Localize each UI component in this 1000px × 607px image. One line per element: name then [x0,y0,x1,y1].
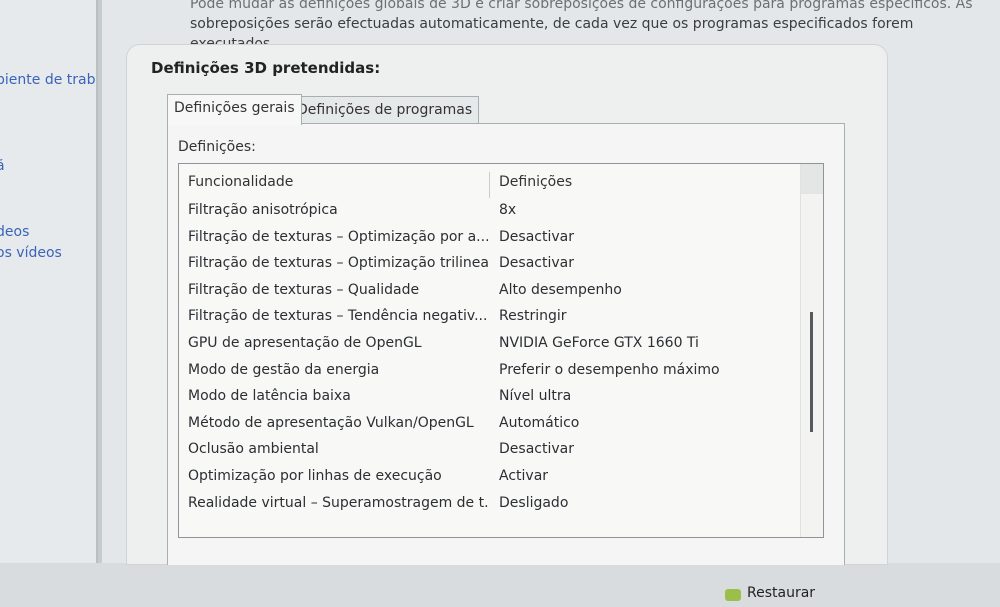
left-navigation-pane: biente de traba ã deos os vídeos [0,0,98,563]
row-feature: Filtração de texturas – Tendência negati… [188,308,488,325]
group-title: Definições 3D pretendidas: [151,59,381,77]
column-header-setting[interactable]: Definições [499,174,572,190]
nvidia-logo-icon [725,589,741,601]
row-feature: Filtração anisotrópica [188,202,338,218]
nav-item-the-videos[interactable]: os vídeos [0,245,62,261]
tab-panel: Definições: Funcionalidade Definições Fi… [167,123,845,565]
row-setting[interactable]: Alto desempenho [499,282,622,298]
row-feature: Filtração de texturas – Qualidade [188,281,420,298]
row-feature: Modo de latência baixa [188,388,351,405]
nav-item-environment[interactable]: biente de traba [0,72,96,88]
row-setting[interactable]: Nível ultra [499,388,571,404]
settings-row[interactable]: Oclusão ambiental Desactivar [179,437,799,463]
row-setting[interactable]: NVIDIA GeForce GTX 1660 Ti [499,335,699,351]
row-setting[interactable]: Preferir o desempenho máximo [499,362,720,378]
settings-row[interactable]: Filtração de texturas – Qualidade Alto de… [179,278,799,304]
row-feature: Filtração de texturas – Optimização tril… [188,255,488,272]
row-feature: Realidade virtual – Superamostragem de t… [188,494,488,511]
tab-program-settings[interactable]: Definições de programas [290,96,480,123]
settings-row[interactable]: Modo de latência baixa Nível ultra [179,384,799,410]
intro-line-1: Pode mudar as definições globais de 3D e… [190,0,973,12]
settings-row[interactable]: Filtração de texturas – Optimização tril… [179,251,799,277]
settings-row[interactable]: Modo de gestão da energia Preferir o dese… [179,358,799,384]
row-setting[interactable]: Restringir [499,308,567,324]
scrollbar-header-strip [801,164,823,194]
row-setting[interactable]: Desactivar [499,441,574,457]
row-feature: Método de apresentação Vulkan/OpenGL [188,414,474,431]
settings-row[interactable]: Método de apresentação Vulkan/OpenGL Auto… [179,411,799,437]
row-feature: Oclusão ambiental [188,441,319,458]
tab-global-settings[interactable]: Definições gerais [167,94,302,125]
scrollbar-thumb[interactable] [810,312,813,432]
vertical-scrollbar[interactable] [800,164,823,537]
row-setting[interactable]: Desactivar [499,255,574,271]
row-feature: Filtração de texturas – Optimização por … [188,228,488,245]
settings-label: Definições: [178,139,256,155]
nav-item-a[interactable]: ã [0,158,5,174]
settings-row[interactable]: Realidade virtual – Superamostragem de t… [179,491,799,517]
list-header: Funcionalidade Definições [179,170,799,198]
row-setting[interactable]: 8x [499,202,516,218]
column-separator[interactable] [489,172,490,198]
main-content: Pode mudar as definições globais de 3D e… [102,0,1000,601]
column-header-feature[interactable]: Funcionalidade [188,174,488,190]
row-setting[interactable]: Automático [499,415,579,431]
settings-row[interactable]: Filtração de texturas – Tendência negati… [179,304,799,330]
settings-row[interactable]: GPU de apresentação de OpenGL NVIDIA GeFo… [179,331,799,357]
row-feature: Modo de gestão da energia [188,361,380,378]
settings-list[interactable]: Funcionalidade Definições Filtração anis… [178,163,824,538]
restore-button[interactable]: Restaurar [725,585,816,607]
row-setting[interactable]: Activar [499,468,548,484]
settings-row[interactable]: Filtração anisotrópica 8x [179,198,799,224]
row-feature: Optimização por linhas de execução [188,468,442,484]
settings-row[interactable]: Filtração de texturas – Optimização por … [179,225,799,251]
row-feature: GPU de apresentação de OpenGL [188,335,422,351]
settings-row[interactable]: Optimização por linhas de execução Activa… [179,464,799,490]
row-setting[interactable]: Desligado [499,495,568,511]
nav-item-videos[interactable]: deos [0,224,29,240]
row-setting[interactable]: Desactivar [499,229,574,245]
settings-group: Definições 3D pretendidas: Definições ge… [126,44,888,601]
restore-label: Restaurar [747,585,816,601]
